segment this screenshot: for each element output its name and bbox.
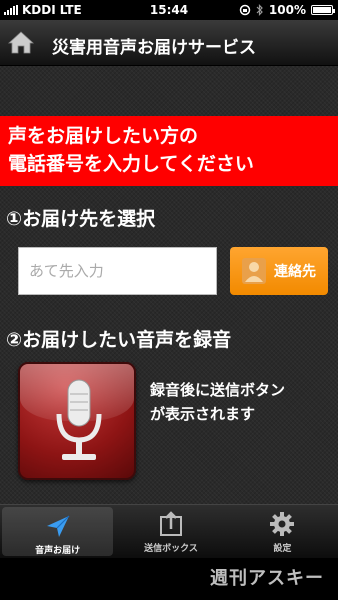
nav-bar: 災害用音声お届けサービス [0, 20, 338, 66]
banner-line-2: 電話番号を入力してください [8, 153, 254, 175]
tab-label: 設定 [273, 544, 292, 554]
page-title: 災害用音声お届けサービス [52, 38, 256, 58]
home-icon [7, 31, 35, 54]
gear-icon [270, 512, 295, 536]
banner-line-1: 声をお届けしたい方の [8, 125, 199, 147]
status-indicators: 100% [239, 3, 335, 17]
contacts-button[interactable]: 連絡先 [230, 247, 328, 295]
tab-label: 送信ボックス [144, 544, 198, 554]
paper-plane-icon [46, 515, 70, 537]
destination-input[interactable] [18, 247, 217, 295]
bluetooth-icon [256, 4, 263, 16]
publisher-watermark: 週刊アスキー [210, 568, 324, 589]
tab-bar: 音声お届け 送信ボックス 設定 [0, 504, 338, 558]
home-button[interactable] [7, 30, 35, 54]
step2-title: ②お届けしたい音声を録音 [6, 329, 232, 351]
status-bar: KDDI LTE 15:44 100% [0, 0, 338, 20]
record-button[interactable] [18, 362, 136, 480]
rotation-lock-icon [239, 4, 251, 16]
record-hint: 録音後に送信ボタン が表示されます [150, 378, 285, 426]
battery-percent: 100% [268, 3, 306, 17]
tab-settings[interactable]: 設定 [227, 505, 338, 558]
tab-voice-delivery[interactable]: 音声お届け [2, 507, 114, 556]
contacts-button-label: 連絡先 [274, 264, 316, 280]
microphone-icon [56, 379, 102, 460]
tab-outbox[interactable]: 送信ボックス [115, 505, 226, 558]
tab-label: 音声お届け [35, 546, 81, 556]
contact-person-icon [242, 258, 266, 284]
battery-icon [311, 5, 335, 15]
record-hint-line-1: 録音後に送信ボタン [150, 381, 286, 399]
outbox-icon [159, 511, 182, 536]
step1-title: ①お届け先を選択 [6, 208, 156, 230]
instruction-banner: 声をお届けしたい方の 電話番号を入力してください [0, 116, 338, 186]
record-hint-line-2: が表示されます [150, 405, 256, 423]
